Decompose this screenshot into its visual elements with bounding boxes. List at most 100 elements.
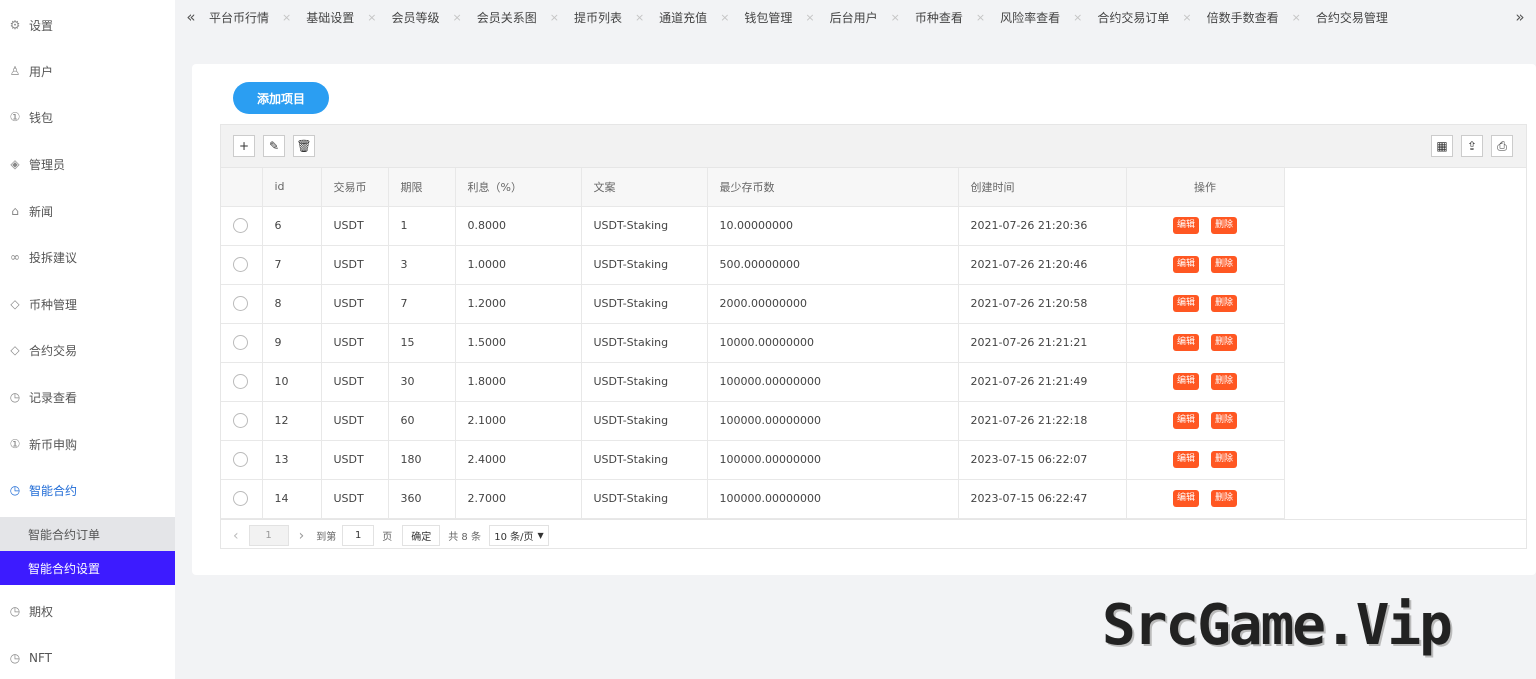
table-row[interactable]: 9 USDT 15 1.5000 USDT-Staking 10000.00000000 2… bbox=[221, 323, 1285, 363]
delete-button[interactable]: 删除 bbox=[1211, 412, 1238, 429]
tab[interactable]: 钱包管理 × bbox=[744, 9, 829, 26]
sidebar-item[interactable]: ◈ 管理员 bbox=[0, 149, 175, 179]
radio-icon[interactable] bbox=[233, 374, 248, 389]
sidebar-item[interactable]: ① 新币申购 bbox=[0, 429, 175, 459]
tabs-next-icon[interactable]: » bbox=[1504, 8, 1536, 26]
tab[interactable]: 风险率查看 × bbox=[1000, 9, 1097, 26]
radio-icon[interactable] bbox=[233, 296, 248, 311]
column-header[interactable]: 期限 bbox=[388, 168, 456, 207]
tab[interactable]: 合约交易订单 × bbox=[1097, 9, 1206, 26]
table-row[interactable]: 13 USDT 180 2.4000 USDT-Staking 100000.000000… bbox=[221, 440, 1285, 480]
close-icon[interactable]: × bbox=[1292, 11, 1301, 24]
print-icon[interactable]: ⎙ bbox=[1491, 135, 1513, 157]
prev-page-icon[interactable]: ‹ bbox=[233, 528, 239, 544]
radio-icon[interactable] bbox=[233, 335, 248, 350]
sidebar-item[interactable]: ① 钱包 bbox=[0, 102, 175, 132]
radio-icon[interactable] bbox=[233, 452, 248, 467]
tab[interactable]: 会员关系图 × bbox=[477, 9, 574, 26]
edit-button[interactable]: 编辑 bbox=[1172, 217, 1199, 234]
table-row[interactable]: 12 USDT 60 2.1000 USDT-Staking 100000.0000000… bbox=[221, 401, 1285, 441]
trash-icon[interactable]: 🗑 bbox=[293, 135, 315, 157]
row-select[interactable] bbox=[221, 284, 263, 324]
tab[interactable]: 通道充值 × bbox=[659, 9, 744, 26]
close-icon[interactable]: × bbox=[550, 11, 559, 24]
edit-button[interactable]: 编辑 bbox=[1172, 295, 1199, 312]
add-project-button[interactable]: 添加项目 bbox=[233, 82, 329, 114]
tab[interactable]: 币种查看 × bbox=[915, 9, 1000, 26]
page-size-select[interactable]: 10 条/页 ▼ bbox=[488, 525, 549, 546]
close-icon[interactable]: × bbox=[720, 11, 729, 24]
current-page[interactable]: 1 bbox=[248, 525, 289, 546]
row-select[interactable] bbox=[221, 245, 263, 285]
delete-button[interactable]: 删除 bbox=[1211, 295, 1238, 312]
tab[interactable]: 合约交易管理 bbox=[1316, 9, 1388, 26]
edit-button[interactable]: 编辑 bbox=[1172, 412, 1199, 429]
export-icon[interactable]: ⇪ bbox=[1461, 135, 1483, 157]
row-select[interactable] bbox=[221, 362, 263, 402]
edit-button[interactable]: 编辑 bbox=[1172, 373, 1199, 390]
goto-confirm-button[interactable]: 确定 bbox=[402, 525, 441, 546]
tab[interactable]: 基础设置 × bbox=[306, 9, 391, 26]
close-icon[interactable]: × bbox=[367, 11, 376, 24]
column-header[interactable]: 文案 bbox=[581, 168, 708, 207]
column-header[interactable]: 交易币 bbox=[321, 168, 389, 207]
radio-icon[interactable] bbox=[233, 413, 248, 428]
column-header[interactable]: 创建时间 bbox=[958, 168, 1127, 207]
radio-icon[interactable] bbox=[233, 218, 248, 233]
sidebar-item[interactable]: ◇ 合约交易 bbox=[0, 335, 175, 365]
table-row[interactable]: 14 USDT 360 2.7000 USDT-Staking 100000.000000… bbox=[221, 479, 1285, 519]
sidebar-item[interactable]: ⚙ 设置 bbox=[0, 10, 175, 40]
delete-button[interactable]: 删除 bbox=[1211, 373, 1238, 390]
edit-button[interactable]: 编辑 bbox=[1172, 256, 1199, 273]
radio-icon[interactable] bbox=[233, 257, 248, 272]
close-icon[interactable]: × bbox=[635, 11, 644, 24]
row-select[interactable] bbox=[221, 479, 263, 519]
tabs-prev-icon[interactable]: « bbox=[175, 8, 207, 26]
table-row[interactable]: 10 USDT 30 1.8000 USDT-Staking 100000.0000000… bbox=[221, 362, 1285, 402]
delete-button[interactable]: 删除 bbox=[1211, 256, 1238, 273]
close-icon[interactable]: × bbox=[891, 11, 900, 24]
close-icon[interactable]: × bbox=[1073, 11, 1082, 24]
tab[interactable]: 提币列表 × bbox=[574, 9, 659, 26]
delete-button[interactable]: 删除 bbox=[1211, 217, 1238, 234]
edit-button[interactable]: 编辑 bbox=[1172, 451, 1199, 468]
edit-icon[interactable]: ✎ bbox=[263, 135, 285, 157]
next-page-icon[interactable]: › bbox=[299, 528, 305, 544]
column-header[interactable]: id bbox=[262, 168, 322, 207]
close-icon[interactable]: × bbox=[805, 11, 814, 24]
sidebar-item[interactable]: ◷ 期权 bbox=[0, 596, 175, 626]
delete-button[interactable]: 删除 bbox=[1211, 451, 1238, 468]
row-select[interactable] bbox=[221, 323, 263, 363]
radio-icon[interactable] bbox=[233, 491, 248, 506]
table-row[interactable]: 6 USDT 1 0.8000 USDT-Staking 10.00000000 2021-… bbox=[221, 206, 1285, 246]
column-header[interactable]: 利息（%） bbox=[455, 168, 582, 207]
row-select[interactable] bbox=[221, 401, 263, 441]
sidebar-item[interactable]: ⌂ 新闻 bbox=[0, 196, 175, 226]
close-icon[interactable]: × bbox=[452, 11, 461, 24]
delete-button[interactable]: 删除 bbox=[1211, 334, 1238, 351]
sidebar-item[interactable]: ◷ 智能合约 bbox=[0, 475, 175, 505]
delete-button[interactable]: 删除 bbox=[1211, 490, 1238, 507]
close-icon[interactable]: × bbox=[976, 11, 985, 24]
tab[interactable]: 倍数手数查看 × bbox=[1207, 9, 1316, 26]
column-header[interactable]: 最少存币数 bbox=[707, 168, 959, 207]
sidebar-item[interactable]: ◇ 币种管理 bbox=[0, 289, 175, 319]
sidebar-item[interactable]: ∞ 投拆建议 bbox=[0, 242, 175, 272]
edit-button[interactable]: 编辑 bbox=[1172, 334, 1199, 351]
row-select[interactable] bbox=[221, 440, 263, 480]
edit-button[interactable]: 编辑 bbox=[1172, 490, 1199, 507]
table-row[interactable]: 7 USDT 3 1.0000 USDT-Staking 500.00000000 2021… bbox=[221, 245, 1285, 285]
table-row[interactable]: 8 USDT 7 1.2000 USDT-Staking 2000.00000000 202… bbox=[221, 284, 1285, 324]
sidebar-item[interactable]: ♙ 用户 bbox=[0, 56, 175, 86]
tab[interactable]: 会员等级 × bbox=[391, 9, 476, 26]
sidebar-item[interactable]: ◷ NFT bbox=[0, 643, 175, 673]
sidebar-subitem[interactable]: 智能合约设置 bbox=[0, 551, 175, 585]
tab[interactable]: 后台用户 × bbox=[830, 9, 915, 26]
close-icon[interactable]: × bbox=[1182, 11, 1191, 24]
goto-page-input[interactable]: 1 bbox=[342, 525, 375, 546]
add-icon[interactable]: + bbox=[233, 135, 255, 157]
sidebar-item[interactable]: ◷ 记录查看 bbox=[0, 382, 175, 412]
sidebar-subitem[interactable]: 智能合约订单 bbox=[0, 517, 175, 551]
columns-icon[interactable]: ▦ bbox=[1431, 135, 1453, 157]
close-icon[interactable]: × bbox=[282, 11, 291, 24]
